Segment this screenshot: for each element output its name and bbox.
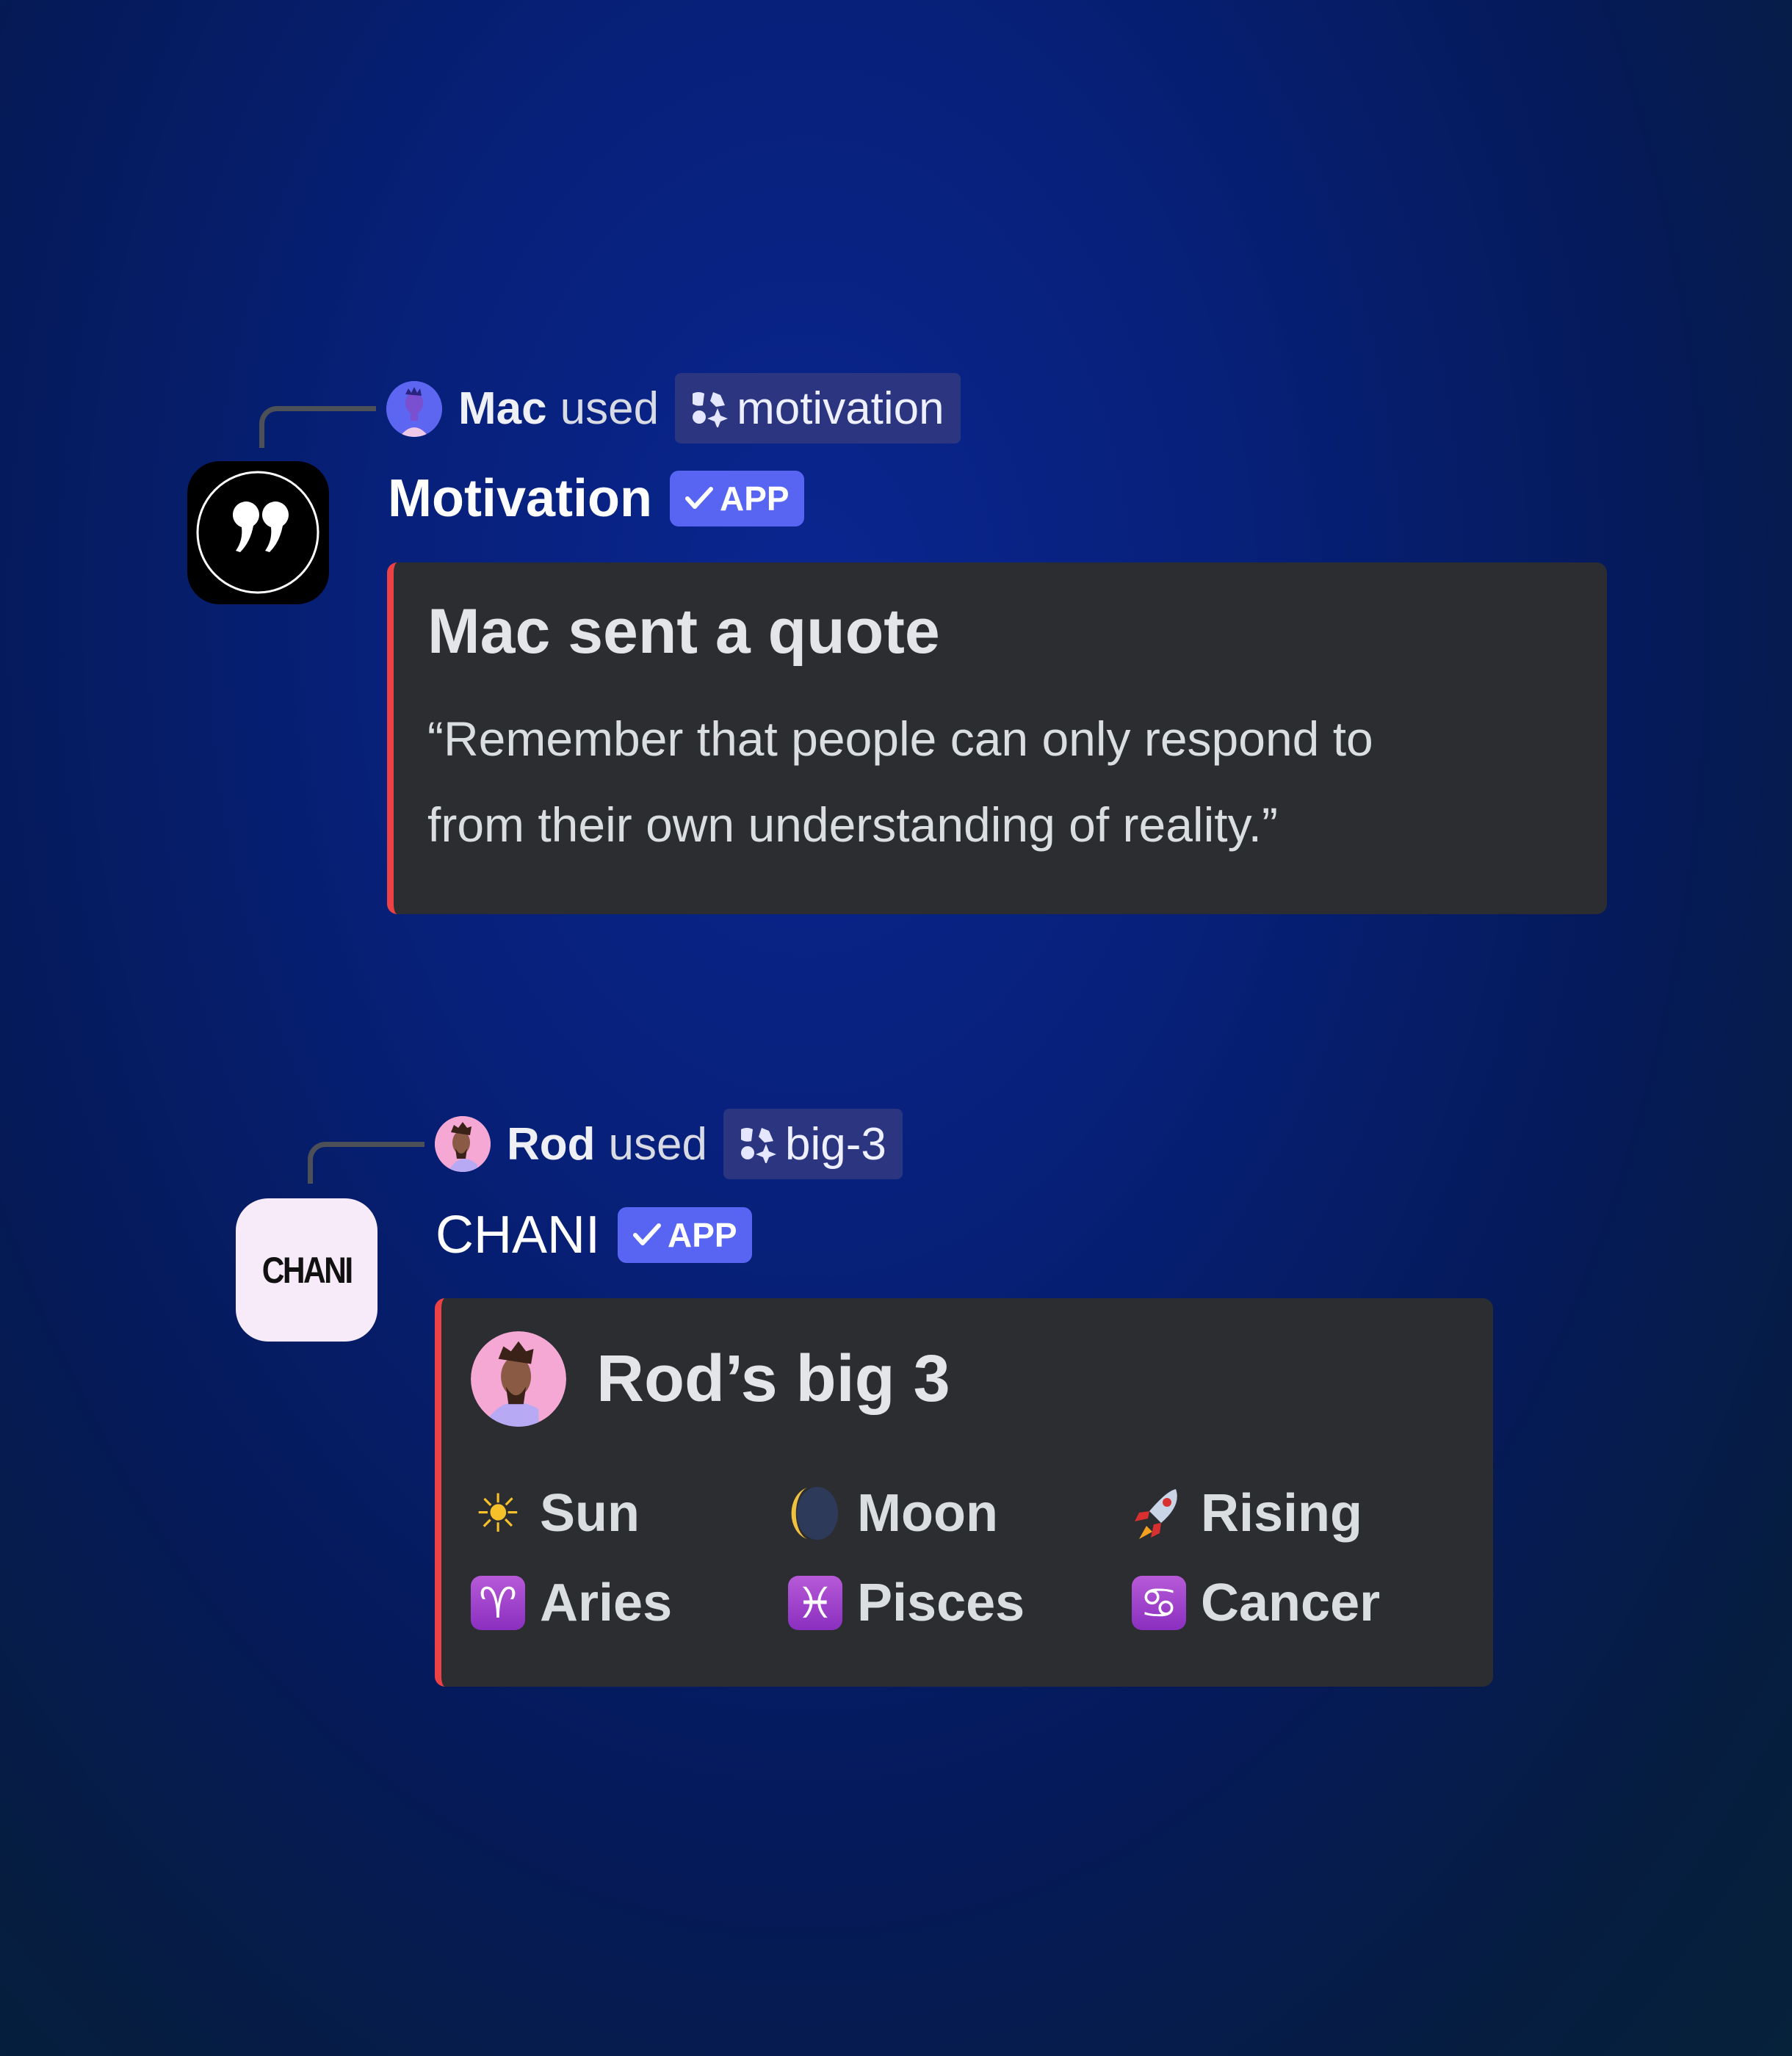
command-name: big-3 [784,1118,886,1170]
app-verified-badge: APP [618,1207,752,1263]
quote-line-1: “Remember that people can only respond t… [427,712,1373,766]
app-badge-label: APP [668,1216,737,1254]
command-usage-line: Mac used motivation [458,373,961,444]
username[interactable]: Mac [458,383,547,435]
command-pill[interactable]: motivation [675,373,961,444]
embed-title: Rod’s big 3 [596,1342,950,1416]
app-verified-badge: APP [669,471,804,526]
username[interactable]: Rod [507,1118,596,1170]
app-title-row: CHANI APP [436,1204,752,1266]
reply-connector [308,1142,424,1184]
field-label: Aries [540,1574,673,1632]
quote-line-2: from their own understanding of reality.… [427,797,1278,852]
avatar-rod[interactable] [435,1116,491,1172]
field-label: Pisces [857,1574,1025,1632]
checkmark-icon [633,1223,662,1245]
chani-logo: CHANI [261,1249,353,1291]
app-title-row: Motivation APP [388,468,804,529]
app-command-icon [693,392,729,427]
rod-avatar-illustration [471,1331,566,1427]
field-rising: Rising [1132,1483,1362,1543]
app-name[interactable]: Motivation [388,468,652,529]
field-aries: ♈ Aries [471,1573,672,1633]
quote-embed: Mac sent a quote “Remember that people c… [387,562,1607,914]
field-cancer: ♋ Cancer [1132,1573,1380,1633]
app-badge-label: APP [719,479,790,518]
pisces-icon: ♓ [788,1576,842,1630]
field-label: Cancer [1201,1574,1381,1632]
embed-author-avatar [471,1331,566,1427]
mac-avatar-illustration [386,381,442,437]
field-pisces: ♓ Pisces [788,1573,1025,1633]
embed-title: Mac sent a quote [427,596,940,667]
cancer-icon: ♋ [1132,1576,1186,1630]
command-name: motivation [737,383,944,434]
used-label: used [608,1118,707,1170]
quote-marks-icon [196,471,319,594]
app-avatar-chani[interactable]: CHANI [236,1198,377,1342]
avatar-mac[interactable] [386,381,442,437]
sun-icon: ☀ [474,1485,522,1543]
field-label: Moon [857,1484,998,1543]
command-pill[interactable]: big-3 [723,1109,903,1179]
field-label: Sun [540,1484,640,1543]
moon-icon [788,1486,842,1541]
rod-avatar-illustration [435,1116,491,1172]
app-name[interactable]: CHANI [436,1205,600,1265]
reply-connector [259,406,376,448]
app-avatar-motivation[interactable] [187,461,329,604]
app-command-icon [740,1128,776,1163]
command-usage-line: Rod used big-3 [507,1109,903,1179]
field-moon: Moon [788,1483,998,1543]
embed-description: “Remember that people can only respond t… [427,696,1607,868]
big3-embed: Rod’s big 3 ☀ Sun Moon Rising ♈ Aries ♓ … [435,1298,1493,1687]
checkmark-icon [684,487,713,509]
used-label: used [560,383,660,434]
field-label: Rising [1201,1484,1363,1543]
rocket-icon [1132,1486,1186,1541]
aries-icon: ♈ [471,1576,525,1630]
field-sun: ☀ Sun [471,1483,640,1543]
